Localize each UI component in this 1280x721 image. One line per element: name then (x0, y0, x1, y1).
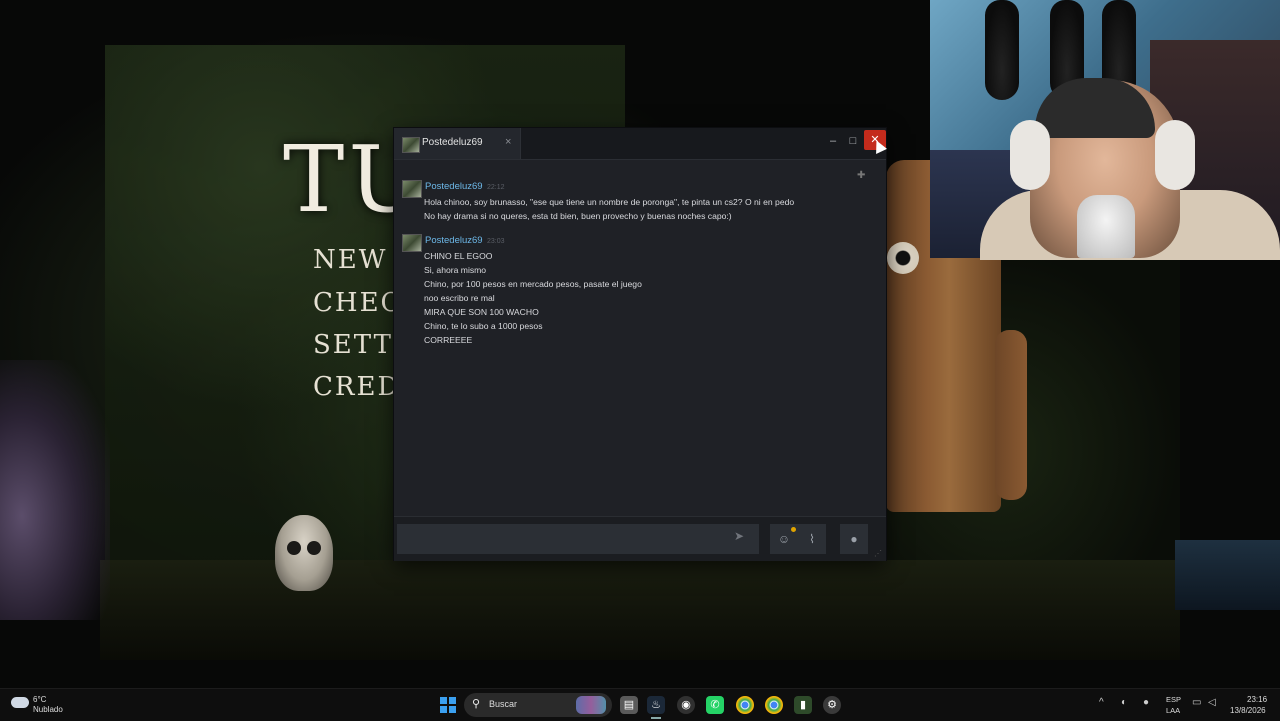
steam-icon[interactable]: ♨ (647, 696, 665, 714)
taskbar-search[interactable]: ⚲ Buscar (464, 693, 612, 717)
resize-grip-icon[interactable]: ⋰ (874, 549, 882, 558)
message-text: Chino, te lo subo a 1000 pesos (424, 321, 543, 331)
cloud-icon[interactable] (11, 697, 29, 708)
message-text: Hola chinoo, soy brunasso, "ese que tien… (424, 197, 795, 207)
notification-dot (791, 527, 796, 532)
guitar (985, 0, 1019, 100)
ghost-glow (0, 360, 110, 620)
paperclip-icon[interactable]: ⌇ (798, 524, 826, 554)
send-icon[interactable]: ➤ (734, 529, 744, 543)
file-explorer-icon[interactable]: ▤ (620, 696, 638, 714)
ground (100, 560, 1180, 660)
network-icon[interactable]: ◐ (1121, 697, 1127, 708)
microphone-icon[interactable]: ● (1143, 697, 1149, 708)
microphone-icon[interactable]: ● (840, 524, 868, 554)
message-author[interactable]: Postedeluz69 (425, 181, 483, 192)
message-text: Si, ahora mismo (424, 265, 487, 275)
chat-titlebar[interactable]: Postedeluz69 × – □ ✕ (394, 128, 886, 160)
language-indicator[interactable]: ESP (1166, 695, 1181, 704)
avatar (402, 137, 420, 153)
microphone (1077, 195, 1135, 258)
water-glow (1175, 540, 1280, 610)
search-label: Buscar (489, 699, 518, 709)
obs-icon[interactable]: ◉ (677, 696, 695, 714)
maximize-button[interactable]: □ (842, 131, 864, 151)
keyboard-layout-indicator[interactable]: LAA (1166, 706, 1180, 715)
message-text: CHINO EL EGOO (424, 251, 493, 261)
weather-description[interactable]: Nublado (33, 705, 63, 714)
taskbar: 6°C Nublado ⚲ Buscar ▤ ♨ ◉ ✆ ▮ ⚙ ^ ◐ ● E… (0, 688, 1280, 721)
weather-temperature[interactable]: 6°C (33, 695, 46, 704)
clock-date[interactable]: 13/8/2026 (1230, 706, 1266, 715)
message-timestamp: 23:03 (487, 238, 505, 245)
start-button[interactable] (440, 697, 456, 713)
chat-message-input[interactable] (397, 524, 759, 554)
message-text: No hay drama si no queres, esta td bien,… (424, 211, 732, 221)
pin-icon[interactable]: ✚ (857, 170, 865, 181)
search-icon: ⚲ (472, 698, 481, 710)
minimize-button[interactable]: – (822, 131, 844, 151)
chevron-up-icon[interactable]: ^ (1099, 697, 1104, 708)
wooden-character-eye (887, 242, 919, 274)
message-timestamp: 22:12 (487, 184, 505, 191)
active-indicator (651, 717, 661, 719)
search-highlight-image (576, 696, 606, 714)
message-text: CORREEEE (424, 335, 473, 345)
chrome-icon[interactable] (736, 696, 754, 714)
whatsapp-icon[interactable]: ✆ (706, 696, 724, 714)
steam-chat-window: Postedeluz69 × – □ ✕ ✚ Postedeluz69 22:1… (394, 128, 886, 561)
tab-close-icon[interactable]: × (505, 136, 511, 148)
skull-prop (275, 515, 333, 591)
message-text: MIRA QUE SON 100 WACHO (424, 307, 539, 317)
settings-icon[interactable]: ⚙ (823, 696, 841, 714)
avatar[interactable] (402, 234, 422, 252)
headphone (1010, 120, 1050, 190)
volume-icon[interactable]: ◁ (1208, 697, 1216, 708)
headphone (1155, 120, 1195, 190)
chat-tab-label: Postedeluz69 (422, 137, 483, 148)
message-text: Chino, por 100 pesos en mercado pesos, p… (424, 279, 642, 289)
chat-log[interactable]: ✚ Postedeluz69 22:12 Hola chinoo, soy br… (394, 160, 886, 512)
avatar[interactable] (402, 180, 422, 198)
message-text: noo escribo re mal (424, 293, 495, 303)
clock-time[interactable]: 23:16 (1247, 695, 1267, 704)
chat-tab[interactable]: Postedeluz69 × (394, 128, 521, 159)
message-composer: ➤ ☺ ⌇ ● ⋰ (394, 516, 886, 561)
chrome-icon[interactable] (765, 696, 783, 714)
wooden-character-arm (995, 330, 1027, 500)
display-icon[interactable]: ▭ (1192, 697, 1201, 708)
message-author[interactable]: Postedeluz69 (425, 235, 483, 246)
game-icon[interactable]: ▮ (794, 696, 812, 714)
